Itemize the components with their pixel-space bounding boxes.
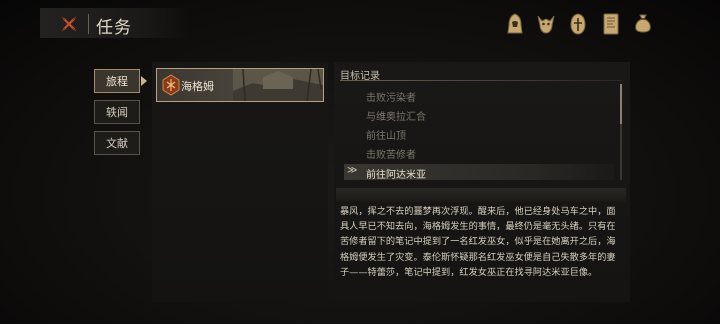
tab-documents[interactable]: 文献 xyxy=(94,131,140,155)
objectives-header-divider xyxy=(340,80,622,81)
close-x-icon xyxy=(61,16,77,32)
tab-journey[interactable]: 旅程 xyxy=(94,69,140,93)
objective-item: 击败苦修者 xyxy=(366,150,416,161)
quest-item-haigem[interactable]: 海格姆 xyxy=(156,68,324,102)
hooded-figure-icon[interactable] xyxy=(504,12,526,36)
tab-anecdotes[interactable]: 轶闻 xyxy=(94,100,140,124)
active-tab-arrow xyxy=(141,76,147,86)
quest-name: 海格姆 xyxy=(181,80,214,93)
coin-pouch-icon[interactable] xyxy=(632,12,654,36)
objective-item: 前往山顶 xyxy=(366,131,406,142)
objective-item: 击败污染者 xyxy=(366,93,416,104)
quest-rune-icon xyxy=(162,74,180,96)
close-button[interactable] xyxy=(58,13,80,35)
objectives-scroll-thumb[interactable] xyxy=(620,84,622,124)
page-title: 任务 xyxy=(96,18,132,38)
quest-description: 暴风，挥之不去的噩梦再次浮现。醒来后，他已经身处马车之中，面具人早已不知去向，海… xyxy=(340,206,616,278)
description-separator xyxy=(336,188,626,202)
header-divider xyxy=(88,14,89,34)
objective-item: 与维奥拉汇合 xyxy=(366,112,426,123)
journal-book-icon[interactable] xyxy=(600,12,622,36)
knight-helmet-icon[interactable] xyxy=(567,12,589,36)
current-objective-marker-icon: ≫ xyxy=(347,165,358,176)
quest-card-art xyxy=(233,69,323,101)
horned-mask-icon[interactable] xyxy=(535,12,557,36)
current-objective: 前往阿达米亚 xyxy=(366,170,426,181)
